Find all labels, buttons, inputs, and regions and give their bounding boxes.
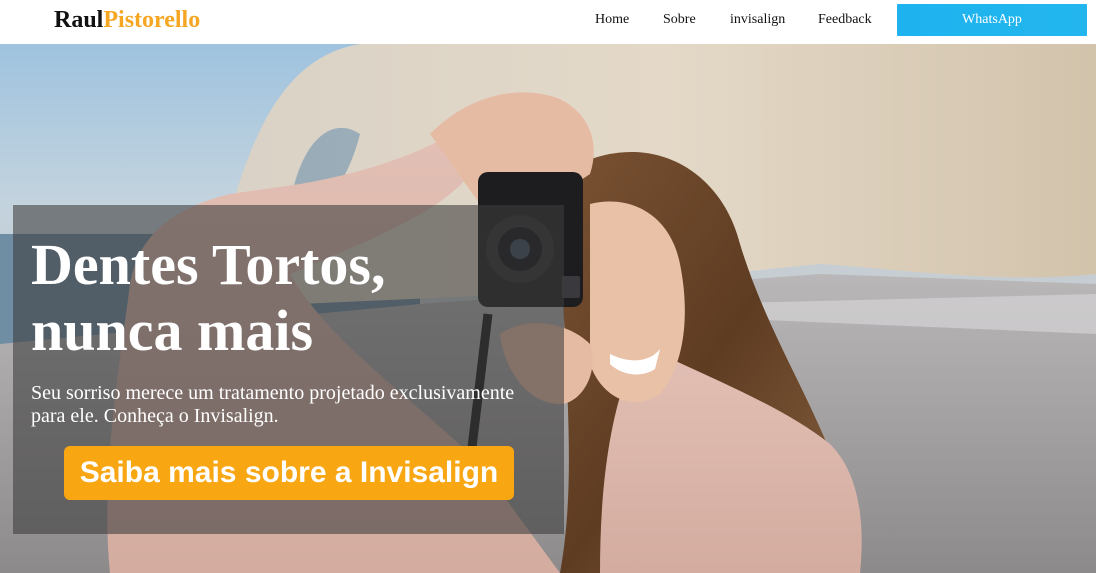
hero-subtext: Seu sorriso merece um tratamento projeta… [31, 382, 515, 427]
whatsapp-button[interactable]: WhatsApp [897, 4, 1087, 36]
nav-link-home[interactable]: Home [595, 11, 629, 29]
nav-link-feedback[interactable]: Feedback [818, 11, 872, 29]
nav-link-invisalign[interactable]: invisalign [730, 11, 785, 29]
navbar: RaulPistorello Home Sobre invisalign Fee… [0, 0, 1096, 44]
logo-first-name: Raul [54, 7, 104, 33]
hero-headline: Dentes Tortos, nunca mais [31, 232, 386, 363]
learn-more-invisalign-button[interactable]: Saiba mais sobre a Invisalign [64, 446, 514, 500]
site-logo[interactable]: RaulPistorello [54, 4, 200, 36]
nav-link-sobre[interactable]: Sobre [663, 11, 696, 29]
logo-last-name: Pistorello [103, 7, 201, 33]
